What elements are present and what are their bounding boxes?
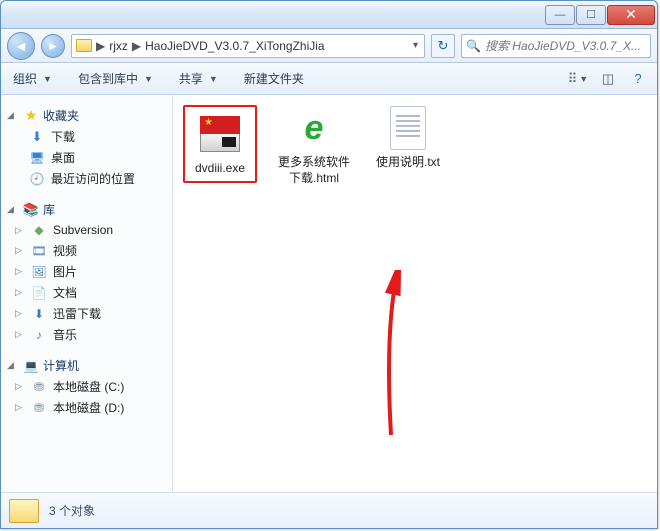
sidebar-item-subversion[interactable]: ▷◆Subversion <box>1 220 172 240</box>
file-name: 使用说明.txt <box>376 155 440 171</box>
maximize-button[interactable]: ☐ <box>576 5 606 25</box>
file-name: 更多系统软件下载.html <box>277 155 351 186</box>
breadcrumb-sep: ▶ <box>96 39 105 53</box>
sidebar-item-drive-c[interactable]: ▷⛃本地磁盘 (C:) <box>1 376 172 397</box>
recent-icon: 🕘 <box>29 171 45 187</box>
nav-back-button[interactable]: ◄ <box>7 32 35 60</box>
html-icon: e <box>291 105 337 151</box>
minimize-button[interactable]: — <box>545 5 575 25</box>
sidebar-item-thunder[interactable]: ▷⬇迅雷下载 <box>1 303 172 324</box>
libraries-header[interactable]: ◢📚 库 <box>1 199 172 220</box>
sidebar-item-pictures[interactable]: ▷🖼图片 <box>1 261 172 282</box>
breadcrumb-item[interactable]: HaoJieDVD_V3.0.7_XiTongZhiJia <box>145 39 324 53</box>
download-icon: ⬇ <box>29 129 45 145</box>
exe-icon <box>197 111 243 157</box>
window-controls: — ☐ ✕ <box>545 5 655 25</box>
refresh-button[interactable]: ↻ <box>431 34 455 58</box>
folder-icon <box>9 499 39 523</box>
breadcrumb-item[interactable]: rjxz <box>109 39 128 53</box>
computer-header[interactable]: ◢💻 计算机 <box>1 355 172 376</box>
titlebar: — ☐ ✕ <box>1 1 657 29</box>
breadcrumb-dropdown[interactable]: ▾ <box>411 40 420 51</box>
music-icon: ♪ <box>31 327 47 343</box>
view-options-button[interactable]: ⠿▼ <box>565 68 591 90</box>
library-icon: 📚 <box>23 202 39 218</box>
documents-icon: 📄 <box>31 285 47 301</box>
sidebar-item-documents[interactable]: ▷📄文档 <box>1 282 172 303</box>
organize-menu[interactable]: 组织▼ <box>7 68 58 89</box>
pictures-icon: 🖼 <box>31 264 47 280</box>
nav-forward-button[interactable]: ► <box>41 34 65 58</box>
status-text: 3 个对象 <box>49 502 95 519</box>
share-menu[interactable]: 共享▼ <box>173 68 224 89</box>
drive-icon: ⛃ <box>31 400 47 416</box>
sidebar-item-videos[interactable]: ▷🎞视频 <box>1 240 172 261</box>
search-box[interactable]: 🔍 <box>461 34 651 58</box>
sidebar-item-recent[interactable]: 🕘最近访问的位置 <box>1 168 172 189</box>
help-button[interactable]: ? <box>625 68 651 90</box>
new-folder-button[interactable]: 新建文件夹 <box>238 68 310 89</box>
annotation-arrow-icon <box>383 270 423 440</box>
sidebar-item-music[interactable]: ▷♪音乐 <box>1 324 172 345</box>
file-name: dvdiii.exe <box>195 161 245 177</box>
include-in-library-menu[interactable]: 包含到库中▼ <box>72 68 159 89</box>
breadcrumb[interactable]: ▶ rjxz ▶ HaoJieDVD_V3.0.7_XiTongZhiJia ▾ <box>71 34 425 58</box>
video-icon: 🎞 <box>31 243 47 259</box>
nav-tree: ◢★ 收藏夹 ⬇下载 🖥桌面 🕘最近访问的位置 ◢📚 库 ▷◆Subversio… <box>1 95 173 492</box>
close-button[interactable]: ✕ <box>607 5 655 25</box>
file-list[interactable]: dvdiii.exe e 更多系统软件下载.html 使用说明.txt <box>173 95 657 492</box>
explorer-window: — ☐ ✕ ◄ ► ▶ rjxz ▶ HaoJieDVD_V3.0.7_XiTo… <box>0 0 658 529</box>
file-item-html[interactable]: e 更多系统软件下载.html <box>277 105 351 186</box>
star-icon: ★ <box>23 108 39 124</box>
folder-icon <box>76 39 92 52</box>
content-area: ◢★ 收藏夹 ⬇下载 🖥桌面 🕘最近访问的位置 ◢📚 库 ▷◆Subversio… <box>1 95 657 492</box>
file-item-exe[interactable]: dvdiii.exe <box>183 105 257 183</box>
favorites-header[interactable]: ◢★ 收藏夹 <box>1 105 172 126</box>
sidebar-item-drive-d[interactable]: ▷⛃本地磁盘 (D:) <box>1 397 172 418</box>
sidebar-item-downloads[interactable]: ⬇下载 <box>1 126 172 147</box>
search-icon: 🔍 <box>466 39 481 53</box>
breadcrumb-sep: ▶ <box>132 39 141 53</box>
search-input[interactable] <box>485 39 646 53</box>
svn-icon: ◆ <box>31 222 47 238</box>
preview-pane-button[interactable]: ◫ <box>595 68 621 90</box>
address-bar: ◄ ► ▶ rjxz ▶ HaoJieDVD_V3.0.7_XiTongZhiJ… <box>1 29 657 63</box>
desktop-icon: 🖥 <box>29 150 45 166</box>
thunder-icon: ⬇ <box>31 306 47 322</box>
drive-icon: ⛃ <box>31 379 47 395</box>
computer-icon: 💻 <box>23 358 39 374</box>
sidebar-item-desktop[interactable]: 🖥桌面 <box>1 147 172 168</box>
file-item-txt[interactable]: 使用说明.txt <box>371 105 445 171</box>
toolbar: 组织▼ 包含到库中▼ 共享▼ 新建文件夹 ⠿▼ ◫ ? <box>1 63 657 95</box>
status-bar: 3 个对象 <box>1 492 657 528</box>
txt-icon <box>385 105 431 151</box>
